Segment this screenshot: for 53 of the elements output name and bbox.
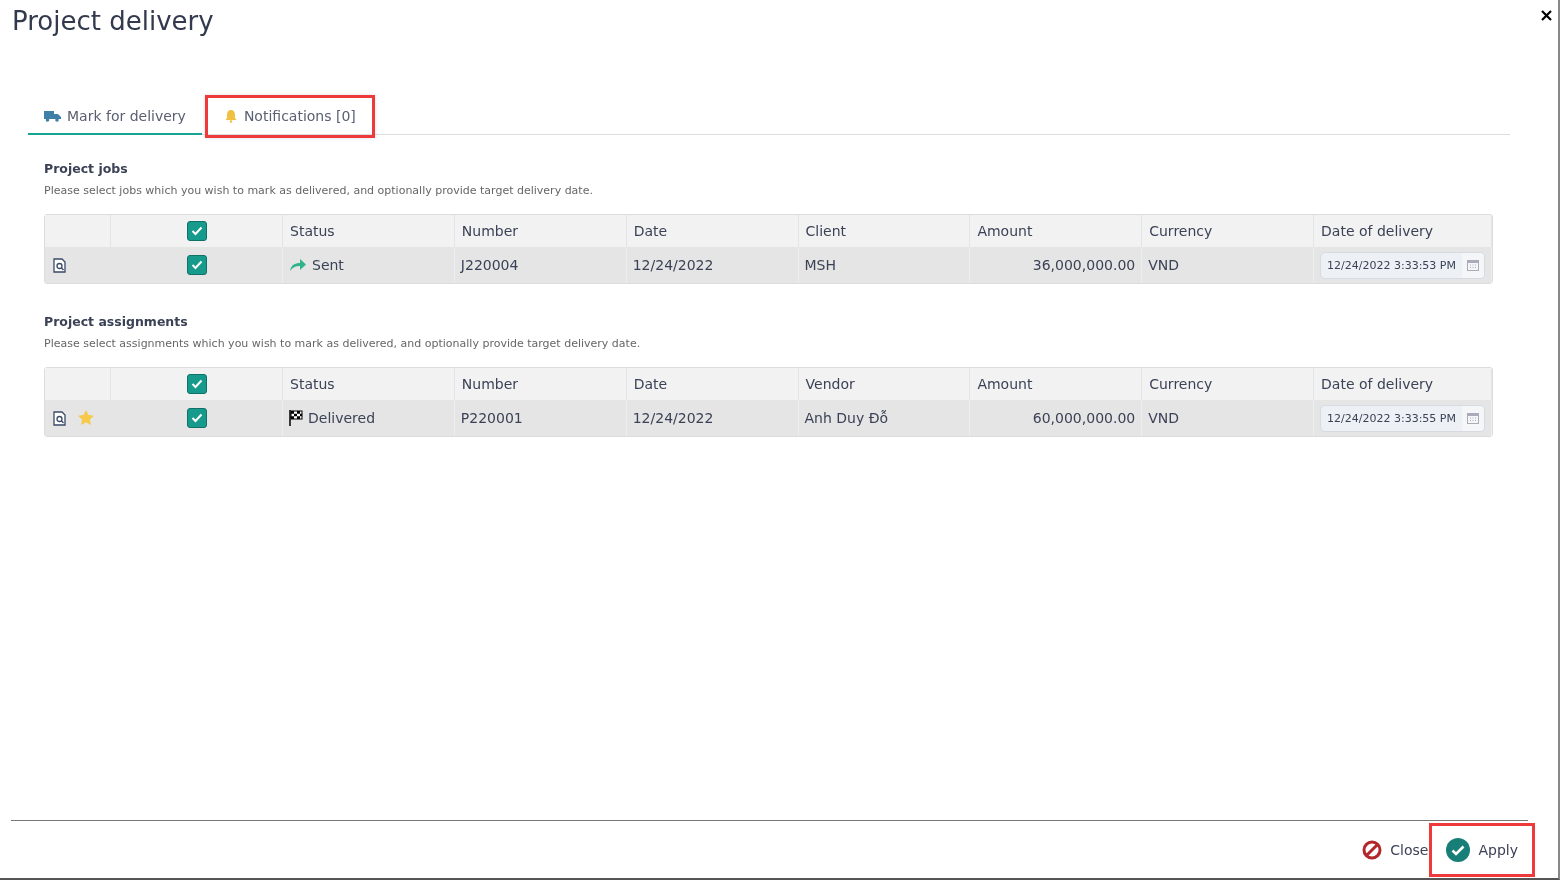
column-header: Currency	[1142, 368, 1315, 400]
checkered-flag-icon	[289, 410, 303, 426]
truck-icon	[44, 110, 61, 122]
apply-button[interactable]: Apply	[1440, 833, 1524, 866]
prohibited-icon	[1362, 839, 1383, 860]
column-header: Amount	[970, 368, 1143, 400]
checkmark-icon	[190, 413, 203, 423]
table-cell: 12/24/2022	[626, 247, 799, 283]
table-cell: P220001	[454, 400, 627, 436]
date-time-field[interactable]: 12/24/2022 3:33:53 PM	[1320, 251, 1485, 279]
table-cell: 60,000,000.00	[970, 400, 1143, 436]
column-header: Number	[454, 368, 627, 400]
status-label: Sent	[312, 257, 344, 273]
table-cell: 36,000,000.00	[970, 247, 1143, 283]
select-all-checkbox[interactable]	[186, 221, 207, 241]
table-cell: Anh Duy Đỗ	[798, 400, 971, 436]
column-header: Status	[283, 368, 455, 400]
dialog-title: Project delivery	[12, 6, 214, 36]
section-title: Project jobs	[44, 161, 129, 176]
column-header: Date of delivery	[1314, 368, 1492, 400]
column-header: Date	[626, 368, 799, 400]
tab[interactable]: Notifications [0]	[207, 98, 372, 135]
table-cell: J220004	[454, 247, 627, 283]
column-header: Date	[626, 215, 799, 247]
section-description: Please select assignments which you wish to mark as delivered, and optionally provide target delivery date.	[44, 337, 642, 350]
table-cell: VND	[1142, 400, 1315, 436]
checkmark-icon	[190, 260, 203, 270]
tab[interactable]: Mark for delivery	[28, 98, 202, 135]
section-description: Please select jobs which you wish to mark as delivered, and optionally provide target delivery date.	[44, 184, 594, 197]
select-all-checkbox[interactable]	[186, 374, 207, 394]
row-checkbox[interactable]	[186, 255, 207, 275]
checkmark-icon	[190, 379, 203, 389]
table-cell: VND	[1142, 247, 1315, 283]
section-title: Project assignments	[44, 314, 189, 329]
table-cell: 12/24/2022	[626, 400, 799, 436]
column-header: Date of delivery	[1314, 215, 1492, 247]
preview-document-icon[interactable]	[53, 410, 67, 426]
bell-icon	[223, 109, 238, 123]
close-button[interactable]: Close	[1356, 835, 1435, 864]
status-label: Delivered	[308, 410, 376, 426]
checkmark-icon	[190, 226, 203, 236]
table-cell: MSH	[798, 247, 971, 283]
column-header: Number	[454, 215, 627, 247]
check-circle-icon	[1446, 837, 1471, 862]
column-header: Client	[798, 215, 971, 247]
column-header: Status	[283, 215, 455, 247]
preview-document-icon[interactable]	[53, 257, 67, 273]
forward-arrow-icon	[289, 258, 307, 272]
column-header: Amount	[970, 215, 1143, 247]
column-header: Vendor	[798, 368, 971, 400]
date-time-field[interactable]: 12/24/2022 3:33:55 PM	[1320, 404, 1485, 432]
row-checkbox[interactable]	[186, 408, 207, 428]
column-header: Currency	[1142, 215, 1315, 247]
